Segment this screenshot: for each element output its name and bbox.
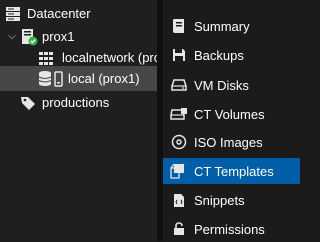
menu-item-label: Snippets bbox=[194, 192, 245, 208]
disc-icon bbox=[170, 134, 188, 150]
snippet-file-icon bbox=[170, 193, 188, 208]
menu-item-label: ISO Images bbox=[194, 134, 263, 150]
storage-menu: Summary Backups VM Disks CT Volumes ISO … bbox=[163, 0, 300, 241]
menu-item-vm-disks[interactable]: VM Disks bbox=[163, 72, 300, 98]
book-icon bbox=[170, 18, 188, 34]
tag-icon bbox=[20, 95, 36, 111]
menu-item-ct-volumes[interactable]: CT Volumes bbox=[163, 101, 300, 127]
menu-item-iso-images[interactable]: ISO Images bbox=[163, 129, 300, 155]
chevron-down-icon[interactable]: ⌵ bbox=[6, 31, 18, 42]
node-online-icon bbox=[20, 28, 38, 46]
menu-item-label: Summary bbox=[194, 18, 250, 34]
unlock-icon bbox=[170, 222, 188, 236]
tree-item-label: productions bbox=[42, 95, 110, 110]
menu-item-backups[interactable]: Backups bbox=[163, 42, 300, 68]
menu-item-ct-templates[interactable]: CT Templates bbox=[163, 158, 300, 184]
tree-item-label: Datacenter bbox=[27, 6, 91, 21]
tree-item-label: localnetwork (prox1) bbox=[62, 50, 157, 65]
resource-tree: Datacenter ⌵ prox1 localnetwork (pr loca… bbox=[0, 0, 157, 241]
menu-item-label: Permissions bbox=[194, 221, 265, 237]
menu-item-label: CT Volumes bbox=[194, 106, 265, 122]
ct-volume-icon bbox=[170, 107, 188, 121]
tree-item-label: local (prox1) bbox=[68, 71, 140, 86]
tree-item-productions[interactable]: productions bbox=[0, 90, 157, 115]
tree-item-label: prox1 bbox=[42, 29, 75, 44]
menu-item-permissions[interactable]: Permissions bbox=[163, 216, 300, 242]
server-rack-icon bbox=[5, 6, 21, 22]
menu-item-label: Backups bbox=[194, 47, 244, 63]
menu-item-summary[interactable]: Summary bbox=[163, 13, 300, 39]
storage-icon bbox=[38, 70, 64, 88]
menu-item-snippets[interactable]: Snippets bbox=[163, 187, 300, 213]
hdd-icon bbox=[170, 78, 188, 92]
floppy-icon bbox=[170, 48, 188, 62]
menu-item-label: CT Templates bbox=[194, 163, 274, 179]
tree-item-datacenter[interactable]: Datacenter bbox=[0, 1, 157, 26]
menu-item-label: VM Disks bbox=[194, 77, 249, 93]
tree-item-local-storage[interactable]: local (prox1) bbox=[0, 66, 157, 91]
network-grid-icon bbox=[38, 50, 54, 66]
ct-template-icon bbox=[170, 163, 188, 179]
